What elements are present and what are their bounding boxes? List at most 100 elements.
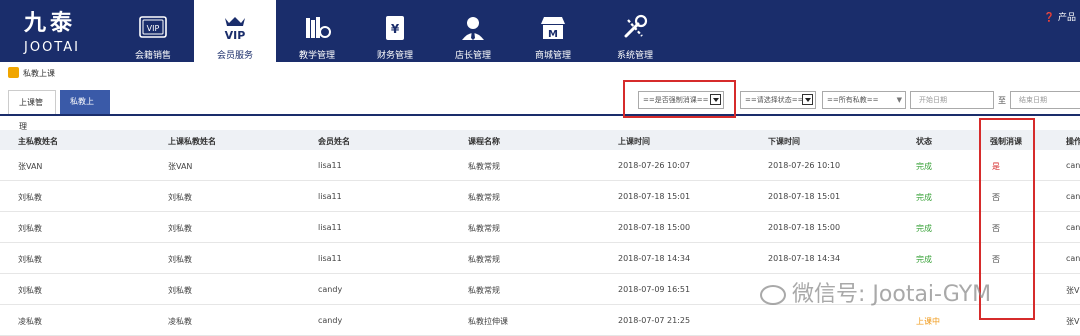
breadcrumb-label: 私教上课	[23, 69, 55, 78]
course-cell: 私教常规	[468, 224, 500, 233]
brand-name-en: JOOTAI	[24, 40, 80, 55]
column-header: 状态	[916, 137, 932, 146]
help-icon: ❓	[1043, 13, 1056, 23]
start-date-input[interactable]: 开始日期	[910, 91, 994, 109]
lightbulb-icon	[8, 67, 19, 78]
class-coach-cell: 刘私教	[168, 255, 192, 264]
top-navigation-bar: 九泰 JOOTAI VIP 会籍销售 VIP 会员服务 教学管理 ¥ 财务管理 …	[0, 0, 1080, 62]
watermark-text: 微信号: Jootai-GYM	[792, 282, 992, 307]
end-time-cell: 2018-07-18 15:00	[768, 223, 841, 232]
start-time-cell: 2018-07-07 21:25	[618, 316, 691, 325]
column-header: 主私教姓名	[18, 137, 58, 146]
status-cell: 完成	[916, 224, 932, 233]
start-time-cell: 2018-07-09 16:51	[618, 285, 691, 294]
date-range-separator: 至	[998, 96, 1006, 105]
status-cell: 完成	[916, 193, 932, 202]
operator-cell: cand	[1066, 254, 1080, 263]
svg-text:¥: ¥	[391, 22, 400, 36]
svg-text:VIP: VIP	[147, 24, 160, 33]
main-coach-cell: 刘私教	[18, 286, 42, 295]
nav-label: 会籍销售	[134, 51, 171, 61]
nav-mall-management[interactable]: M 商城管理	[512, 0, 594, 62]
nav-label: 财务管理	[376, 51, 413, 61]
member-cell: candy	[318, 285, 343, 294]
member-cell: lisa11	[318, 223, 342, 232]
course-cell: 私教常规	[468, 255, 500, 264]
status-value: ==请选择状态==	[745, 96, 804, 104]
class-coach-cell: 刘私教	[168, 224, 192, 233]
status-cell: 完成	[916, 162, 932, 171]
column-header: 下课时间	[768, 137, 800, 146]
wechat-watermark: 微信号: Jootai-GYM	[760, 276, 991, 308]
svg-text:M: M	[548, 29, 558, 40]
nav-system-management[interactable]: 系统管理	[594, 0, 676, 62]
chevron-down-icon	[802, 94, 813, 105]
start-time-cell: 2018-07-18 15:00	[618, 223, 691, 232]
operator-cell: 张V	[1066, 286, 1080, 295]
brand-logo[interactable]: 九泰 JOOTAI	[24, 11, 104, 56]
member-cell: lisa11	[318, 161, 342, 170]
column-header: 课程名称	[468, 137, 500, 146]
product-label: 产品	[1057, 13, 1076, 23]
nav-finance-management[interactable]: ¥ 财务管理	[354, 0, 436, 62]
start-time-cell: 2018-07-18 14:34	[618, 254, 691, 263]
main-coach-cell: 凌私教	[18, 317, 42, 326]
books-icon	[306, 17, 331, 38]
coach-value: ==所有私教==	[827, 96, 879, 104]
nav-member-service[interactable]: VIP 会员服务	[194, 0, 276, 62]
main-coach-cell: 刘私教	[18, 193, 42, 202]
main-coach-cell: 刘私教	[18, 255, 42, 264]
coach-select[interactable]: ==所有私教== ▼	[822, 91, 906, 109]
nav-teaching-management[interactable]: 教学管理	[276, 0, 358, 62]
main-coach-cell: 刘私教	[18, 224, 42, 233]
nav-store-manager[interactable]: 店长管理	[432, 0, 514, 62]
operator-cell: 张V	[1066, 317, 1080, 326]
table-row[interactable]: 刘私教 刘私教 lisa11 私教常规 2018-07-18 14:34 201…	[0, 243, 1080, 274]
course-cell: 私教常规	[468, 286, 500, 295]
column-header: 上课时间	[618, 137, 650, 146]
breadcrumb: 私教上课	[0, 66, 1080, 80]
table-row[interactable]: 刘私教 刘私教 lisa11 私教常规 2018-07-18 15:00 201…	[0, 212, 1080, 243]
yen-document-icon: ¥	[386, 16, 404, 40]
tab-class-management[interactable]: 上课管理	[8, 90, 56, 131]
product-menu[interactable]: ❓ 产品	[1044, 10, 1076, 23]
course-cell: 私教常规	[468, 162, 500, 171]
table-row[interactable]: 刘私教 刘私教 lisa11 私教常规 2018-07-18 15:01 201…	[0, 181, 1080, 212]
operator-cell: cand	[1066, 192, 1080, 201]
column-header: 上课私教姓名	[168, 137, 216, 146]
brand-name-cn: 九泰	[24, 11, 77, 36]
member-cell: candy	[318, 316, 343, 325]
column-header: 会员姓名	[318, 137, 350, 146]
table-header: 主私教姓名 上课私教姓名 会员姓名 课程名称 上课时间 下课时间 状态 强制消课…	[0, 130, 1080, 150]
nav-membership-sales[interactable]: VIP 会籍销售	[112, 0, 194, 62]
status-cell: 上课中	[916, 317, 940, 326]
table-row[interactable]: 凌私教 凌私教 candy 私教拉伸课 2018-07-07 21:25 上课中…	[0, 305, 1080, 336]
nav-label: 店长管理	[454, 51, 491, 61]
end-time-cell: 2018-07-18 15:01	[768, 192, 841, 201]
operator-cell: cand	[1066, 161, 1080, 170]
course-cell: 私教常规	[468, 193, 500, 202]
nav-label: 教学管理	[298, 51, 335, 61]
member-cell: lisa11	[318, 254, 342, 263]
class-coach-cell: 张VAN	[168, 162, 193, 171]
main-coach-cell: 张VAN	[18, 162, 43, 171]
wechat-icon	[760, 285, 786, 305]
class-coach-cell: 刘私教	[168, 286, 192, 295]
operator-cell: cand	[1066, 223, 1080, 232]
status-cell: 完成	[916, 255, 932, 264]
vip-crown-icon: VIP	[225, 17, 246, 42]
class-coach-cell: 凌私教	[168, 317, 192, 326]
nav-label: 商城管理	[534, 51, 571, 61]
dropdown-arrow-icon: ▼	[896, 96, 902, 104]
end-date-input[interactable]: 结束日期	[1010, 91, 1080, 109]
tab-private-class[interactable]: 私教上课	[60, 90, 110, 130]
member-cell: lisa11	[318, 192, 342, 201]
class-coach-cell: 刘私教	[168, 193, 192, 202]
svg-text:VIP: VIP	[225, 29, 246, 42]
table-row[interactable]: 张VAN 张VAN lisa11 私教常规 2018-07-26 10:07 2…	[0, 150, 1080, 181]
nav-label: 会员服务	[216, 51, 253, 61]
status-select[interactable]: ==请选择状态==	[740, 91, 816, 109]
highlight-box-filter	[623, 80, 736, 118]
course-cell: 私教拉伸课	[468, 317, 508, 326]
nav-label: 系统管理	[616, 51, 653, 61]
